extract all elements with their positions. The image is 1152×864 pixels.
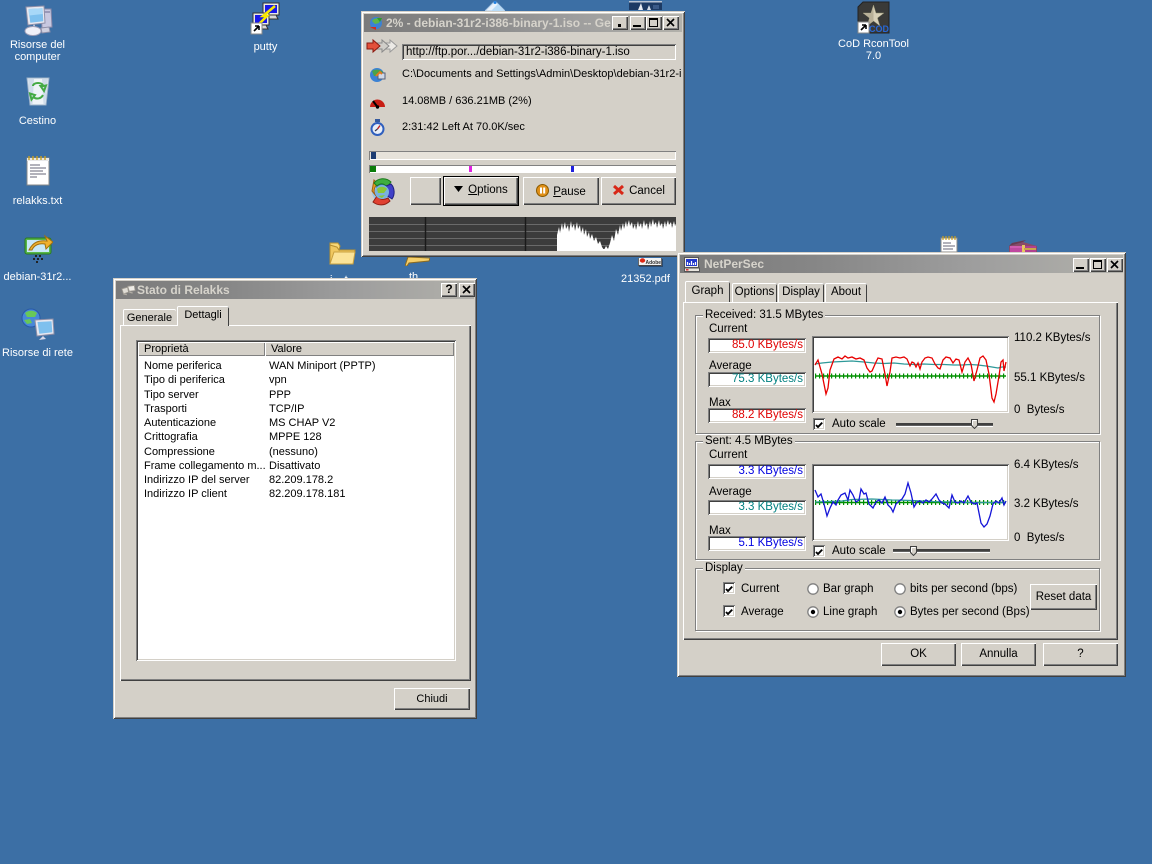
svg-text:Adobe: Adobe	[646, 260, 662, 265]
svg-text:COD: COD	[869, 24, 890, 34]
